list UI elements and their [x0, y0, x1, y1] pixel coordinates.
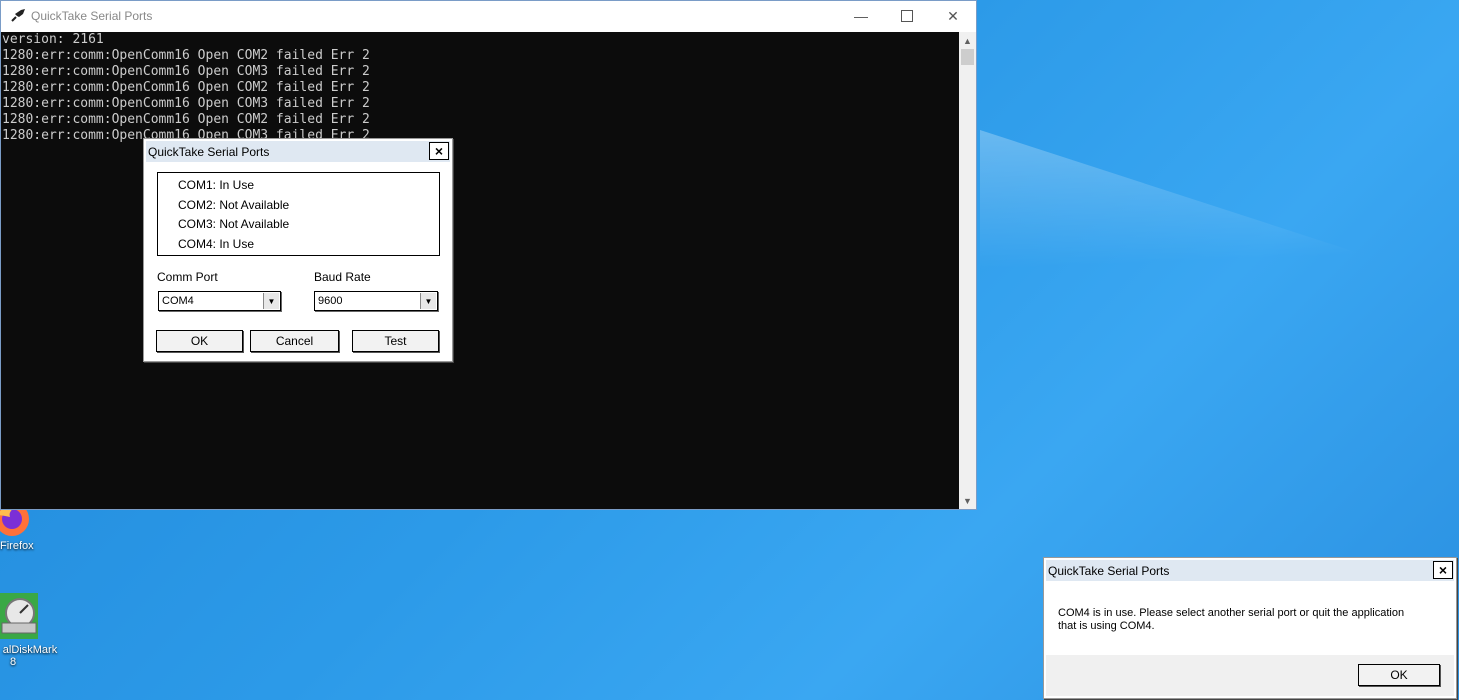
quicktake-app-icon [11, 9, 25, 23]
port-in-use-message-dialog: QuickTake Serial Ports × COM4 is in use.… [1043, 557, 1457, 699]
baud-rate-label: Baud Rate [314, 270, 371, 284]
dialog-titlebar[interactable]: QuickTake Serial Ports [1046, 560, 1454, 581]
dialog-close-button[interactable]: × [429, 142, 449, 160]
baud-rate-select[interactable]: 9600 ▼ [314, 291, 438, 311]
chevron-down-icon[interactable]: ▼ [263, 293, 279, 309]
cancel-button[interactable]: Cancel [250, 330, 339, 352]
console-scrollbar[interactable]: ▲ ▼ [959, 32, 976, 509]
wallpaper-light-ray [980, 130, 1459, 459]
serial-ports-dialog: QuickTake Serial Ports × COM1: In Use CO… [143, 138, 453, 362]
test-button[interactable]: Test [352, 330, 439, 352]
dialog-titlebar[interactable]: QuickTake Serial Ports [146, 141, 450, 162]
list-item: COM3: Not Available [178, 217, 290, 231]
chevron-up-icon: ▲ [963, 35, 972, 46]
baud-rate-value: 9600 [318, 295, 343, 307]
ok-button[interactable]: OK [156, 330, 243, 352]
list-item: COM1: In Use [178, 178, 255, 192]
message-ok-button[interactable]: OK [1358, 664, 1440, 686]
list-item: COM2: Not Available [178, 198, 290, 212]
close-icon: × [434, 143, 444, 159]
scroll-up-button[interactable]: ▲ [959, 32, 976, 49]
message-line: COM4 is in use. Please select another se… [1058, 607, 1405, 619]
desktop-icon-label: alDiskMark [2, 644, 58, 656]
desktop-icon-label: Firefox [0, 540, 34, 552]
console-line: 1280:err:comm:OpenComm16 Open COM2 faile… [2, 80, 370, 95]
comm-port-select[interactable]: COM4 ▼ [158, 291, 281, 311]
dialog-title: QuickTake Serial Ports [1048, 563, 1170, 578]
maximize-icon [901, 10, 913, 22]
close-icon: ✕ [947, 7, 959, 24]
chevron-down-icon: ▼ [963, 495, 972, 506]
crystaldiskmark-icon [0, 593, 38, 639]
console-line: 1280:err:comm:OpenComm16 Open COM2 faile… [2, 48, 370, 63]
close-icon: × [1438, 562, 1448, 578]
dialog-close-button[interactable]: × [1433, 561, 1453, 579]
desktop-icon-crystaldiskmark[interactable]: alDiskMark 8 [0, 593, 60, 668]
desktop-icon-label-line2: 8 [9, 656, 17, 668]
close-button[interactable]: ✕ [930, 1, 976, 31]
console-line: 1280:err:comm:OpenComm16 Open COM3 faile… [2, 64, 370, 79]
console-title: QuickTake Serial Ports [31, 9, 153, 23]
port-status-list[interactable]: COM1: In Use COM2: Not Available COM3: N… [157, 172, 440, 256]
comm-port-value: COM4 [162, 295, 194, 307]
console-line: version: 2161 [2, 32, 104, 47]
console-titlebar[interactable]: QuickTake Serial Ports — ✕ [1, 1, 976, 31]
scroll-down-button[interactable]: ▼ [959, 492, 976, 509]
console-line: 1280:err:comm:OpenComm16 Open COM3 faile… [2, 96, 370, 111]
list-item: COM4: In Use [178, 237, 255, 251]
dialog-title: QuickTake Serial Ports [148, 144, 270, 159]
minimize-button[interactable]: — [838, 1, 884, 31]
console-line: 1280:err:comm:OpenComm16 Open COM2 faile… [2, 112, 370, 127]
chevron-down-icon[interactable]: ▼ [420, 293, 436, 309]
comm-port-label: Comm Port [157, 270, 218, 284]
desktop-icon-firefox[interactable]: Firefox [0, 505, 60, 552]
minimize-icon: — [854, 8, 868, 24]
message-line: that is using COM4. [1058, 620, 1155, 632]
message-text: COM4 is in use. Please select another se… [1058, 607, 1448, 633]
maximize-button[interactable] [884, 1, 930, 31]
scroll-thumb[interactable] [961, 49, 974, 65]
